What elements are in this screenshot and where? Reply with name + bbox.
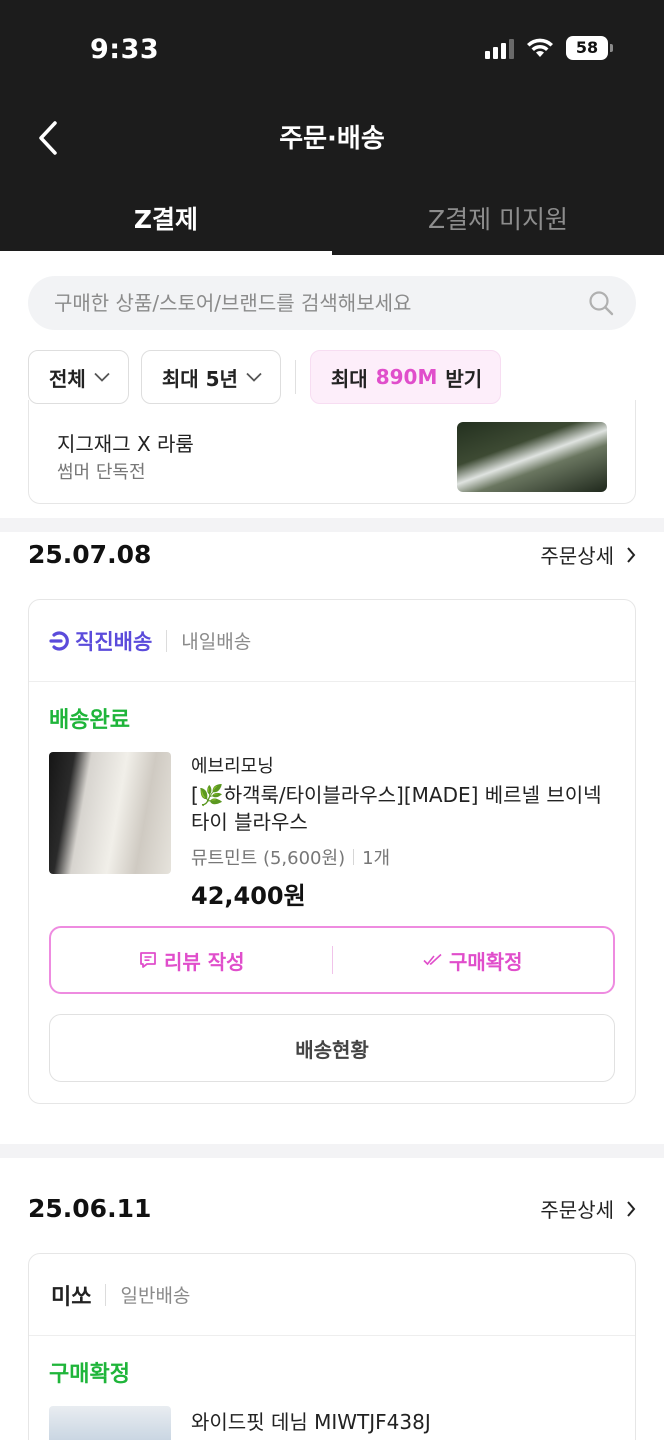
- search-icon[interactable]: [588, 290, 614, 316]
- status-time: 9:33: [90, 34, 160, 65]
- filter-period-label: 최대 5년: [161, 366, 238, 391]
- header-divider: [166, 629, 168, 652]
- review-icon: [140, 952, 156, 968]
- product-price: 42,400원: [191, 882, 306, 910]
- order-detail-label: 주문상세: [540, 544, 614, 568]
- section-divider: [0, 1144, 664, 1158]
- filter-type-label: 전체: [49, 366, 86, 391]
- filter-period-dropdown[interactable]: 최대 5년: [140, 350, 281, 404]
- order-status: 배송완료: [49, 708, 130, 733]
- promo-amount: 890M: [375, 365, 438, 389]
- tab-zpay[interactable]: Z결제: [0, 190, 332, 255]
- banner-subtitle: 썸머 단독전: [57, 462, 146, 483]
- chevron-down-icon: [246, 372, 262, 382]
- tab-zpay-unsupported[interactable]: Z결제 미지원: [332, 190, 664, 255]
- product-option: 뮤트민트 (5,600원) 1개: [191, 844, 390, 870]
- search-input[interactable]: [54, 291, 588, 315]
- banner-title: 지그재그 X 라룸: [57, 432, 194, 456]
- delivery-header: 미쏘 일반배송: [29, 1254, 635, 1336]
- direct-delivery-icon: [49, 630, 69, 651]
- write-review-label: 리뷰 작성: [163, 949, 245, 974]
- product-name[interactable]: [🌿하객룩/타이블라우스][MADE] 베르넬 브이넥 타이 블라우스: [191, 782, 611, 836]
- status-icons: 58: [485, 36, 613, 60]
- delivery-type: 내일배송: [181, 631, 252, 653]
- filter-divider: [294, 360, 296, 394]
- search-bar: [28, 276, 636, 330]
- confirm-purchase-button[interactable]: 구매확정: [333, 928, 614, 992]
- banner-image: [457, 422, 607, 492]
- section-divider: [0, 518, 664, 532]
- promo-chip[interactable]: 최대 890M 받기: [309, 350, 502, 404]
- direct-delivery-label: 직진배송: [75, 629, 153, 654]
- review-confirm-buttons: 리뷰 작성 구매확정: [49, 926, 615, 994]
- double-check-icon: [423, 953, 442, 966]
- chevron-right-icon: [627, 546, 636, 563]
- order-status: 구매확정: [49, 1362, 130, 1387]
- direct-delivery-badge: 직진배송: [49, 626, 152, 656]
- store-name[interactable]: 미쏘: [49, 1279, 91, 1311]
- order-date: 25.07.08: [28, 540, 152, 569]
- wifi-icon: [527, 38, 553, 57]
- filter-bar: 전체 최대 5년 최대 890M 받기: [28, 350, 502, 404]
- cellular-signal-icon: [485, 37, 514, 59]
- app-header: 9:33 58 주문·배송 Z결제 Z결제 미지원: [0, 0, 664, 255]
- confirm-purchase-label: 구매확정: [448, 949, 523, 974]
- chevron-down-icon: [94, 372, 110, 382]
- product-image[interactable]: [49, 1406, 171, 1440]
- delivery-type: 일반배송: [120, 1285, 191, 1307]
- order-detail-link[interactable]: 주문상세: [540, 540, 636, 569]
- write-review-button[interactable]: 리뷰 작성: [51, 928, 332, 992]
- order-card: 직진배송 내일배송 배송완료 에브리모닝 [🌿하객룩/타이블라우스][MADE]…: [28, 599, 636, 1104]
- order-detail-link[interactable]: 주문상세: [540, 1194, 636, 1223]
- promo-banner-card[interactable]: 지그재그 X 라룸 썸머 단독전: [28, 400, 636, 504]
- delivery-header: 직진배송 내일배송: [29, 600, 635, 682]
- order-header: 25.06.11 주문상세: [28, 1194, 636, 1223]
- product-option-label: 뮤트민트 (5,600원): [191, 848, 346, 869]
- order-card: 미쏘 일반배송 구매확정 와이드핏 데님 MIWTJF438J: [28, 1253, 636, 1440]
- order-date: 25.06.11: [28, 1194, 152, 1223]
- product-image[interactable]: [49, 752, 171, 874]
- promo-prefix: 최대: [330, 366, 368, 391]
- tracking-button[interactable]: 배송현황: [49, 1014, 615, 1082]
- order-detail-label: 주문상세: [540, 1198, 614, 1222]
- promo-suffix: 받기: [445, 366, 483, 391]
- product-brand[interactable]: 에브리모닝: [191, 752, 274, 778]
- filter-type-dropdown[interactable]: 전체: [28, 350, 129, 404]
- header-divider: [105, 1283, 107, 1306]
- order-header: 25.07.08 주문상세: [28, 540, 636, 569]
- product-name[interactable]: 와이드핏 데님 MIWTJF438J: [191, 1406, 431, 1435]
- payment-tabs: Z결제 Z결제 미지원: [0, 190, 664, 255]
- page-title: 주문·배송: [279, 124, 385, 154]
- product-quantity: 1개: [362, 848, 391, 869]
- chevron-right-icon: [627, 1200, 636, 1217]
- battery-icon: 58: [566, 36, 613, 60]
